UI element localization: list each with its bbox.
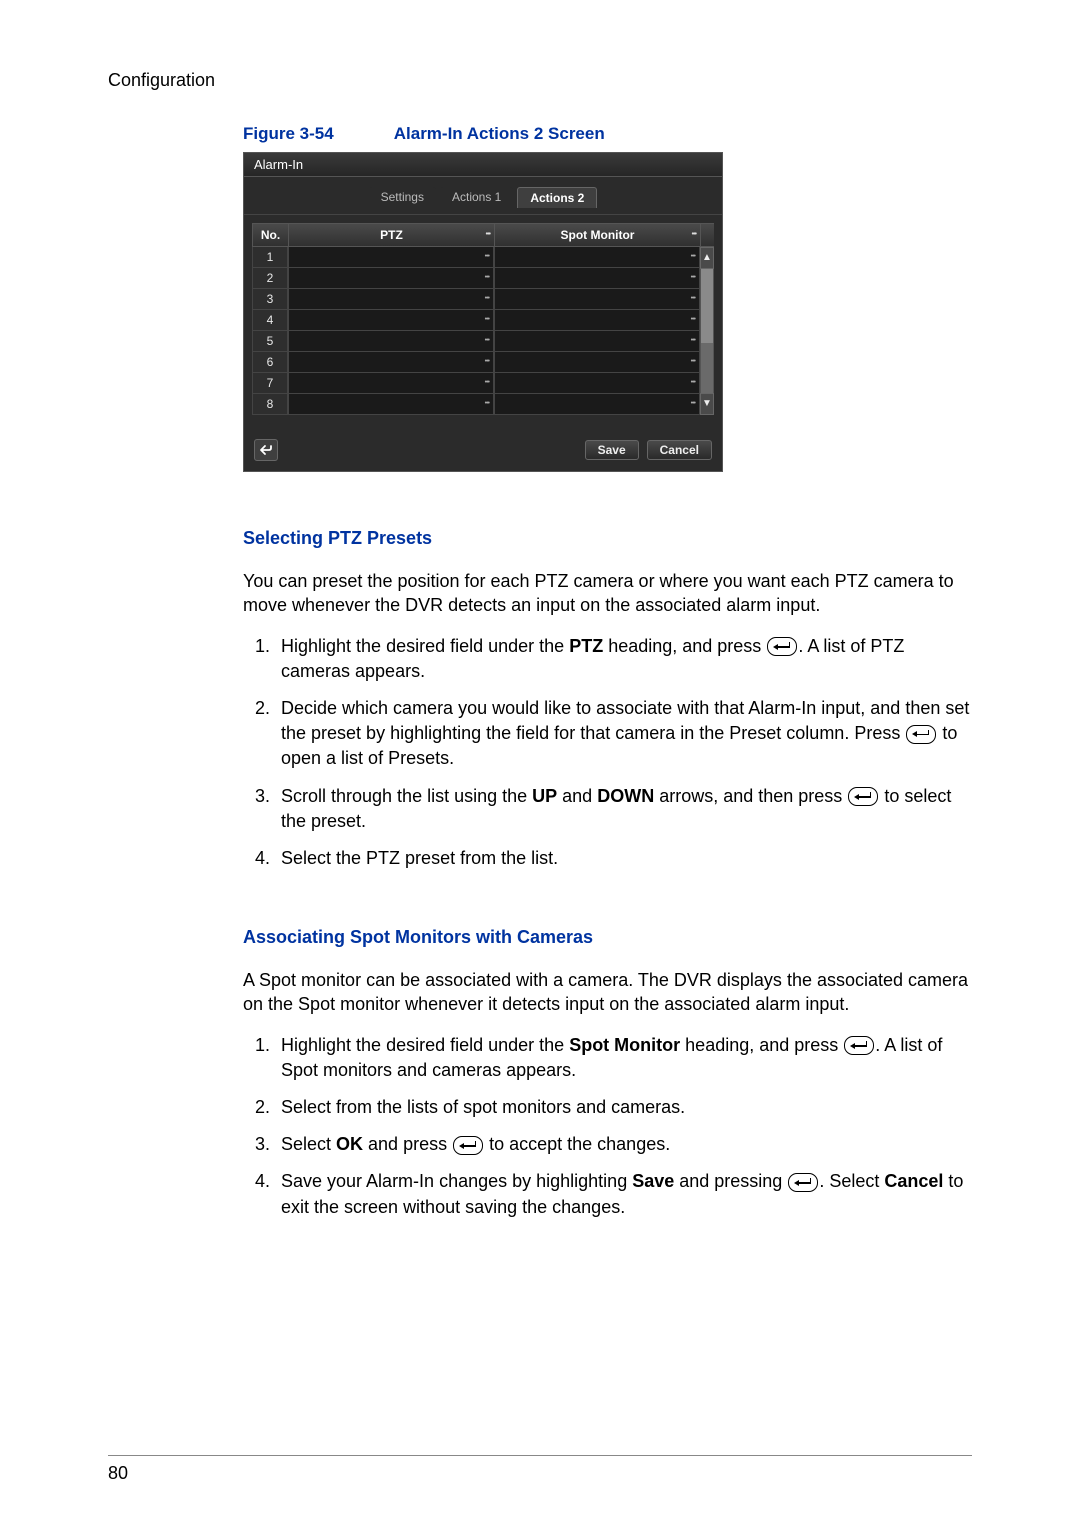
page-header: Configuration	[108, 70, 972, 91]
section2-intro: A Spot monitor can be associated with a …	[243, 968, 972, 1017]
section1-steps: Highlight the desired field under the PT…	[243, 634, 972, 872]
spot-cell[interactable]	[494, 352, 700, 373]
col-header-no: No.	[252, 223, 288, 247]
spot-cell[interactable]	[494, 394, 700, 415]
enter-key-icon	[848, 787, 878, 806]
text-bold: DOWN	[597, 786, 654, 806]
figure-caption-row: Figure 3-54 Alarm-In Actions 2 Screen	[243, 123, 972, 144]
list-item: Save your Alarm-In changes by highlighti…	[275, 1169, 972, 1219]
list-item: Select the PTZ preset from the list.	[275, 846, 972, 871]
text: Select	[281, 1134, 336, 1154]
ptz-cell[interactable]	[288, 289, 494, 310]
tab-actions1[interactable]: Actions 1	[440, 187, 513, 208]
section2-steps: Highlight the desired field under the Sp…	[243, 1033, 972, 1220]
list-item: Select from the lists of spot monitors a…	[275, 1095, 972, 1120]
text: arrows, and then press	[654, 786, 847, 806]
section-title-spot: Associating Spot Monitors with Cameras	[243, 927, 972, 948]
figure-label: Figure 3-54	[243, 124, 334, 143]
enter-key-icon	[453, 1136, 483, 1155]
row-no: 4	[252, 310, 288, 331]
ptz-cell[interactable]	[288, 310, 494, 331]
spot-cell[interactable]	[494, 289, 700, 310]
text-bold: UP	[532, 786, 557, 806]
row-no: 2	[252, 268, 288, 289]
enter-key-icon	[844, 1036, 874, 1055]
section1-intro: You can preset the position for each PTZ…	[243, 569, 972, 618]
enter-key-icon	[767, 637, 797, 656]
text: . Select	[819, 1171, 884, 1191]
enter-key-icon	[788, 1173, 818, 1192]
footer-divider	[108, 1455, 972, 1456]
ptz-cell[interactable]	[288, 331, 494, 352]
text: heading, and press	[603, 636, 766, 656]
cancel-button[interactable]: Cancel	[647, 440, 712, 460]
scroll-track[interactable]	[700, 269, 714, 393]
text: and	[557, 786, 597, 806]
spot-cell[interactable]	[494, 310, 700, 331]
back-button[interactable]	[254, 439, 278, 461]
ptz-cell[interactable]	[288, 268, 494, 289]
text: to accept the changes.	[484, 1134, 670, 1154]
text: Highlight the desired field under the	[281, 636, 569, 656]
col-header-spot-monitor[interactable]: Spot Monitor	[494, 223, 700, 247]
spot-cell[interactable]	[494, 268, 700, 289]
list-item: Highlight the desired field under the PT…	[275, 634, 972, 684]
ptz-cell[interactable]	[288, 394, 494, 415]
text-bold: OK	[336, 1134, 363, 1154]
row-no: 5	[252, 331, 288, 352]
row-no: 7	[252, 373, 288, 394]
ptz-cell[interactable]	[288, 247, 494, 268]
tab-settings[interactable]: Settings	[369, 187, 436, 208]
row-no: 1	[252, 247, 288, 268]
row-no: 3	[252, 289, 288, 310]
scrollbar[interactable]: ▲ ▼	[700, 223, 714, 415]
text-bold: Save	[632, 1171, 674, 1191]
back-arrow-icon	[259, 444, 273, 456]
ptz-cell[interactable]	[288, 352, 494, 373]
spot-cell[interactable]	[494, 373, 700, 394]
figure-caption: Alarm-In Actions 2 Screen	[394, 124, 605, 143]
tab-actions2[interactable]: Actions 2	[517, 187, 597, 208]
window-title: Alarm-In	[244, 153, 722, 177]
list-item: Highlight the desired field under the Sp…	[275, 1033, 972, 1083]
text: and press	[363, 1134, 452, 1154]
text-bold: Spot Monitor	[569, 1035, 680, 1055]
spot-cell[interactable]	[494, 331, 700, 352]
row-no: 8	[252, 394, 288, 415]
text-bold: PTZ	[569, 636, 603, 656]
text-bold: Cancel	[884, 1171, 943, 1191]
tab-bar: Settings Actions 1 Actions 2	[244, 177, 722, 215]
alarm-in-screenshot: Alarm-In Settings Actions 1 Actions 2 No…	[243, 152, 723, 472]
text: Decide which camera you would like to as…	[281, 698, 969, 743]
section-title-ptz: Selecting PTZ Presets	[243, 528, 972, 549]
row-no: 6	[252, 352, 288, 373]
list-item: Scroll through the list using the UP and…	[275, 784, 972, 834]
scroll-header	[700, 223, 714, 247]
text: and pressing	[674, 1171, 787, 1191]
scroll-down-button[interactable]: ▼	[700, 393, 714, 415]
page-number: 80	[108, 1463, 128, 1484]
save-button[interactable]: Save	[585, 440, 639, 460]
scroll-thumb[interactable]	[701, 269, 713, 343]
ptz-cell[interactable]	[288, 373, 494, 394]
text: Highlight the desired field under the	[281, 1035, 569, 1055]
text: heading, and press	[680, 1035, 843, 1055]
spot-cell[interactable]	[494, 247, 700, 268]
scroll-up-button[interactable]: ▲	[700, 247, 714, 269]
text: Save your Alarm-In changes by highlighti…	[281, 1171, 632, 1191]
text: Scroll through the list using the	[281, 786, 532, 806]
col-header-ptz[interactable]: PTZ	[288, 223, 494, 247]
list-item: Select OK and press to accept the change…	[275, 1132, 972, 1157]
enter-key-icon	[906, 725, 936, 744]
list-item: Decide which camera you would like to as…	[275, 696, 972, 772]
